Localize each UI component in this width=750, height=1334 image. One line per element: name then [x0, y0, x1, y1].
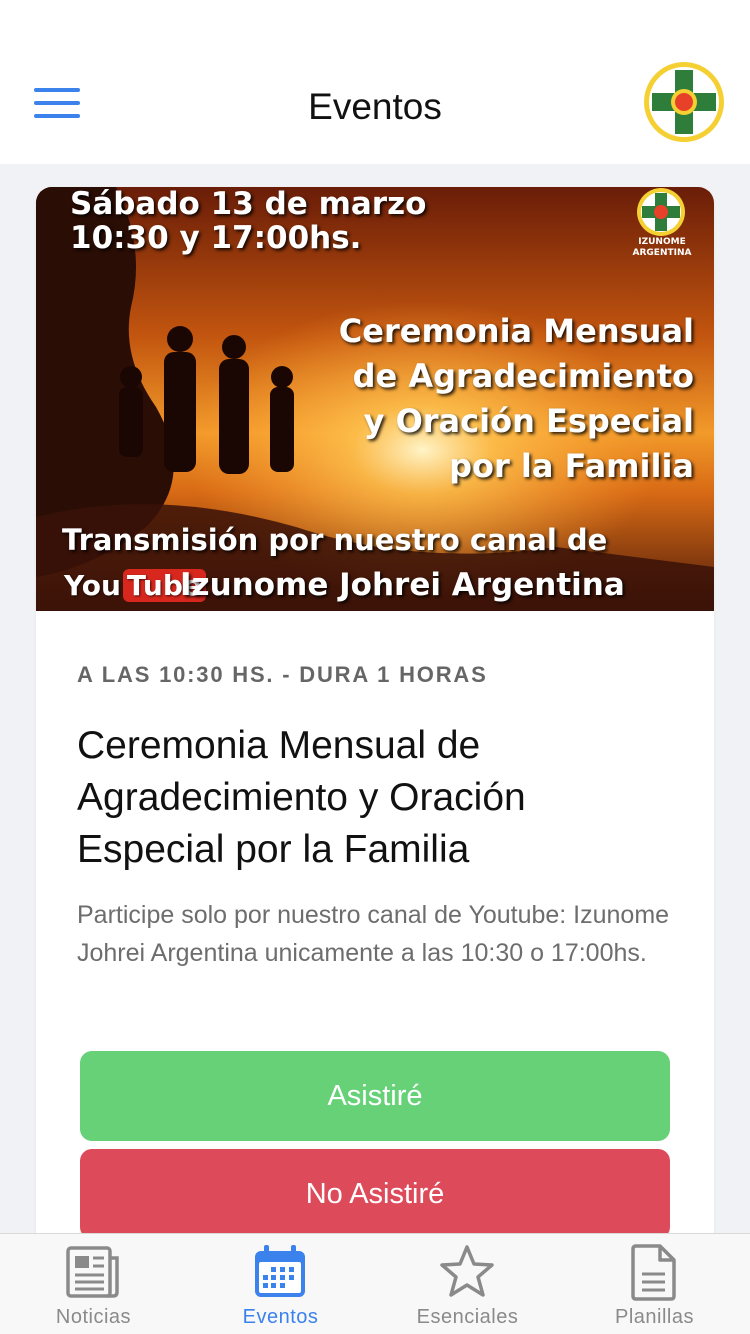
attend-button[interactable]: Asistiré — [80, 1051, 670, 1141]
document-icon — [631, 1244, 676, 1301]
star-icon — [440, 1245, 494, 1297]
tab-bar: Noticias Eventos Esenciales Planillas — [0, 1233, 750, 1334]
tab-eventos[interactable]: Eventos — [187, 1234, 374, 1334]
banner-transmission: Transmisión por nuestro canal de — [62, 523, 608, 557]
banner-title: Ceremonia Mensual de Agradecimiento y Or… — [338, 312, 694, 485]
tab-planillas[interactable]: Planillas — [561, 1234, 748, 1334]
tab-label: Noticias — [55, 1306, 132, 1328]
event-meta: A LAS 10:30 HS. - DURA 1 HORAS — [77, 662, 488, 687]
event-title: Ceremonia Mensual de Agradecimiento y Or… — [77, 724, 526, 871]
tab-esenciales[interactable]: Esenciales — [374, 1234, 561, 1334]
app-header: Eventos — [0, 0, 750, 164]
event-banner-image: Sábado 13 de marzo 10:30 y 17:00hs. IZUN… — [36, 187, 714, 611]
event-card[interactable]: Sábado 13 de marzo 10:30 y 17:00hs. IZUN… — [36, 187, 714, 1247]
not-attend-button[interactable]: No Asistiré — [80, 1149, 670, 1239]
calendar-icon — [255, 1245, 305, 1297]
izunome-logo — [644, 62, 724, 142]
tab-noticias[interactable]: Noticias — [0, 1234, 187, 1334]
banner-channel: Izunome Johrei Argentina — [180, 567, 625, 603]
tab-label: Planillas — [615, 1306, 694, 1328]
page-title: Eventos — [308, 86, 442, 127]
event-description: Participe solo por nuestro canal de Yout… — [77, 901, 670, 967]
newspaper-icon — [66, 1246, 119, 1298]
tab-label: Esenciales — [416, 1306, 519, 1328]
tab-label: Eventos — [242, 1306, 319, 1328]
banner-logo-icon — [637, 188, 685, 236]
banner-logo-text: IZUNOME ARGENTINA — [632, 237, 692, 258]
banner-date: Sábado 13 de marzo 10:30 y 17:00hs. — [70, 187, 427, 256]
